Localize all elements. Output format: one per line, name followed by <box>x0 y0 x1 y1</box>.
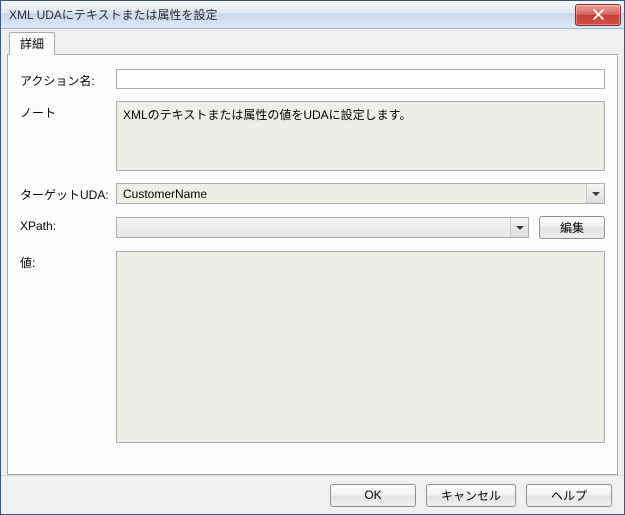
ok-button-label: OK <box>364 488 381 502</box>
label-target-uda: ターゲットUDA: <box>20 183 116 203</box>
content-area: 詳細 アクション名: ノート XMLのテキストまたは属性の値をUDAに設定します… <box>1 29 624 475</box>
help-button[interactable]: ヘルプ <box>526 484 612 507</box>
dialog-footer: OK キャンセル ヘルプ <box>1 475 624 514</box>
tab-strip: 詳細 <box>7 35 618 55</box>
help-button-label: ヘルプ <box>551 489 587 503</box>
target-uda-selected: CustomerName <box>123 187 207 201</box>
value-textarea[interactable] <box>116 251 605 443</box>
label-note: ノート <box>20 101 116 121</box>
label-action-name: アクション名: <box>20 69 116 89</box>
cancel-button[interactable]: キャンセル <box>426 484 516 507</box>
edit-button[interactable]: 編集 <box>539 216 605 239</box>
row-note: ノート XMLのテキストまたは属性の値をUDAに設定します。 <box>20 101 605 171</box>
ok-button[interactable]: OK <box>330 484 416 507</box>
chevron-down-icon <box>510 218 528 237</box>
title-bar: XML UDAにテキストまたは属性を設定 <box>1 1 624 29</box>
edit-button-label: 編集 <box>560 221 584 235</box>
window-title: XML UDAにテキストまたは属性を設定 <box>9 6 575 23</box>
tab-detail-label: 詳細 <box>20 37 44 51</box>
tab-panel-detail: アクション名: ノート XMLのテキストまたは属性の値をUDAに設定します。 タ… <box>7 54 618 475</box>
row-action-name: アクション名: <box>20 69 605 89</box>
chevron-down-icon <box>586 184 604 203</box>
action-name-input[interactable] <box>116 69 605 89</box>
row-xpath: XPath: 編集 <box>20 216 605 239</box>
close-icon <box>593 9 604 20</box>
cancel-button-label: キャンセル <box>441 489 501 503</box>
dialog-window: XML UDAにテキストまたは属性を設定 詳細 アクション名: ノート <box>0 0 625 515</box>
xpath-combobox[interactable] <box>116 217 529 238</box>
row-value: 値: <box>20 251 605 443</box>
label-xpath: XPath: <box>20 216 116 233</box>
label-value: 値: <box>20 251 116 271</box>
row-target-uda: ターゲットUDA: CustomerName <box>20 183 605 204</box>
tab-detail[interactable]: 詳細 <box>9 32 55 55</box>
close-button[interactable] <box>575 4 621 26</box>
note-textarea[interactable]: XMLのテキストまたは属性の値をUDAに設定します。 <box>116 101 605 171</box>
target-uda-combobox[interactable]: CustomerName <box>116 183 605 204</box>
